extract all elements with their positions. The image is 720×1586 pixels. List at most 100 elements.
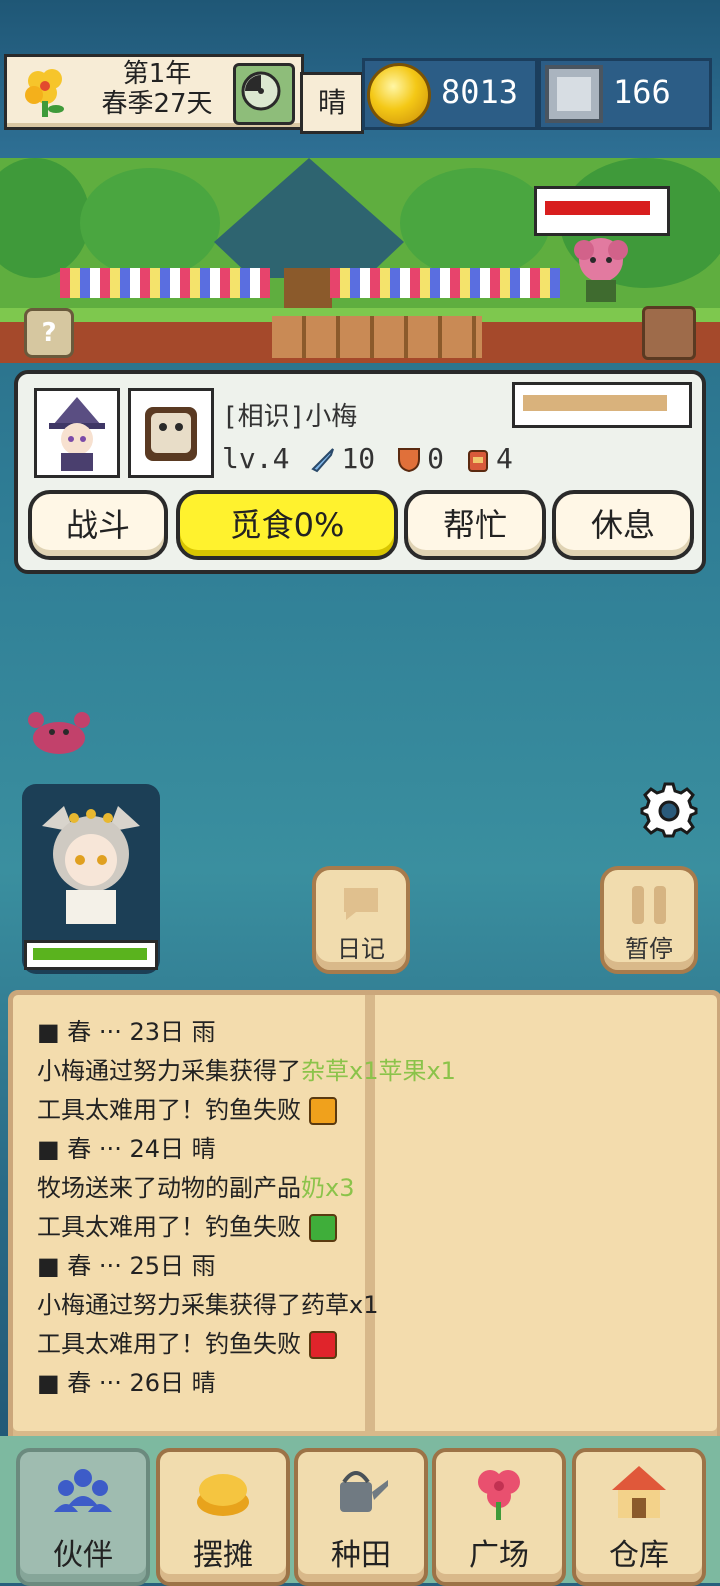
event-log-book: ■ 春 ··· 23日 雨 小梅通过努力采集获得了杂草x1苹果x1 工具太难用了…: [8, 990, 720, 1446]
nav-farming[interactable]: 种田: [294, 1448, 428, 1586]
date-season-day: 春季27天: [101, 89, 213, 119]
nav-stall[interactable]: 摆摊: [156, 1448, 290, 1586]
log-text: 工具太难用了！钓鱼失败: [37, 1213, 301, 1241]
log-text: 工具太难用了！钓鱼失败: [37, 1096, 301, 1124]
fight-button[interactable]: 战斗: [28, 490, 168, 560]
pause-button[interactable]: 暂停: [600, 866, 698, 974]
log-line: 小梅通过努力采集获得了药草x1: [37, 1286, 717, 1325]
log-line: 小梅通过努力采集获得了杂草x1苹果x1: [37, 1052, 717, 1091]
pause-icon: [632, 886, 666, 924]
flower-bed: [330, 268, 560, 298]
bag-icon[interactable]: [642, 306, 696, 360]
nav-label: 摆摊: [193, 1538, 253, 1573]
date-year: 第1年: [122, 59, 192, 89]
log-line: 牧场送来了动物的副产品奶x3: [37, 1169, 717, 1208]
character-hp-bar: [24, 940, 158, 970]
diary-button[interactable]: 日记: [312, 866, 410, 974]
wooden-fence: [272, 316, 482, 358]
silver-gem-icon: [545, 65, 603, 123]
bush: [0, 158, 90, 278]
log-line: 工具太难用了！钓鱼失败: [37, 1091, 717, 1130]
hunger-fill: [523, 395, 668, 411]
log-text: 小梅通过努力采集获得了药草x1: [37, 1291, 379, 1319]
gem-counter: 166: [538, 58, 712, 130]
gem-value: 166: [613, 73, 671, 111]
character-portrait: [42, 806, 140, 924]
companions-icon: [54, 1469, 112, 1512]
stall-icon: [197, 1474, 249, 1516]
diary-label: 日记: [337, 935, 385, 963]
companion-panel: [相识]小梅 lv.4 10 0 4 战斗 觅食0% 帮忙 休息: [14, 370, 706, 574]
bag-value: 4: [496, 442, 513, 475]
mood-face-icon: [308, 1331, 337, 1359]
log-text: 工具太难用了！钓鱼失败: [37, 1330, 301, 1358]
gold-coin-icon: [367, 63, 431, 127]
pine-tree: [214, 158, 404, 278]
nav-warehouse[interactable]: 仓库: [572, 1448, 706, 1586]
shield-icon: [398, 447, 421, 472]
defense-stat: 0: [395, 442, 444, 475]
gold-counter: 8013: [362, 58, 538, 130]
log-line: ■ 春 ··· 25日 雨: [37, 1247, 717, 1286]
log-line: 工具太难用了！钓鱼失败: [37, 1325, 717, 1364]
clock-icon[interactable]: [233, 63, 295, 125]
companion-name: [相识]小梅: [222, 402, 358, 432]
backpack-icon: [468, 449, 489, 472]
crab-sprite: [28, 712, 90, 754]
gold-value: 8013: [441, 73, 519, 111]
log-text: 牧场送来了动物的副产品: [37, 1174, 301, 1202]
log-line: ■ 春 ··· 26日 晴: [37, 1364, 717, 1397]
forage-button[interactable]: 觅食0%: [176, 490, 398, 560]
nav-label: 种田: [331, 1538, 391, 1573]
rest-button[interactable]: 休息: [552, 490, 694, 560]
enemy-hp-bar: [534, 186, 670, 236]
companion-avatar[interactable]: [34, 388, 120, 478]
flower-icon: [25, 69, 64, 117]
nav-label: 伙伴: [53, 1538, 113, 1573]
log-text: ■ 春 ··· 23日 雨: [37, 1018, 216, 1046]
flower-square-icon: [478, 1470, 520, 1520]
bag-stat: 4: [464, 442, 513, 475]
mood-face-icon: [308, 1214, 337, 1242]
bottom-nav: 伙伴 摆摊 种田 广场 仓库: [0, 1436, 720, 1586]
watering-can-icon: [340, 1471, 388, 1512]
bush: [80, 168, 220, 278]
log-item-highlight: 奶x3: [301, 1174, 355, 1202]
flower-monster-sprite[interactable]: [568, 234, 634, 306]
pause-label: 暂停: [625, 935, 673, 963]
defense-value: 0: [427, 442, 445, 475]
companion-pet-avatar[interactable]: [128, 388, 214, 478]
log-text: 小梅通过努力采集获得了: [37, 1057, 301, 1085]
attack-stat: 10: [309, 442, 375, 475]
gear-icon[interactable]: [640, 780, 698, 838]
help-button[interactable]: 帮忙: [404, 490, 546, 560]
log-line: 工具太难用了！钓鱼失败: [37, 1208, 717, 1247]
log-line: ■ 春 ··· 24日 晴: [37, 1130, 717, 1169]
nav-square[interactable]: 广场: [432, 1448, 566, 1586]
flower-bed: [60, 268, 270, 298]
attack-value: 10: [341, 442, 376, 475]
nav-label: 仓库: [609, 1538, 669, 1573]
date-text: 第1年 春季27天: [89, 59, 225, 119]
log-item-highlight: 杂草x1苹果x1: [301, 1057, 456, 1085]
companion-stats: lv.4 10 0 4: [222, 442, 513, 475]
companion-hunger-bar: [512, 382, 692, 428]
level-stat: lv.4: [222, 442, 289, 475]
weather-label: 晴: [300, 72, 364, 134]
help-icon[interactable]: ?: [24, 308, 74, 358]
enemy-hp-fill: [545, 201, 650, 215]
log-text: ■ 春 ··· 26日 晴: [37, 1369, 216, 1397]
character-card[interactable]: [22, 784, 160, 974]
warehouse-icon: [612, 1466, 666, 1518]
character-hp-fill: [33, 948, 147, 960]
nav-companions[interactable]: 伙伴: [16, 1448, 150, 1586]
nav-label: 广场: [469, 1538, 529, 1573]
log-text: ■ 春 ··· 24日 晴: [37, 1135, 216, 1163]
date-panel: 第1年 春季27天: [4, 54, 304, 130]
sword-icon: [311, 447, 335, 472]
event-log[interactable]: ■ 春 ··· 23日 雨 小梅通过努力采集获得了杂草x1苹果x1 工具太难用了…: [37, 1013, 717, 1397]
mood-face-icon: [308, 1097, 337, 1125]
speech-bubble-icon: [344, 888, 378, 920]
level-value: lv.4: [222, 442, 290, 475]
log-text: ■ 春 ··· 25日 雨: [37, 1252, 216, 1280]
